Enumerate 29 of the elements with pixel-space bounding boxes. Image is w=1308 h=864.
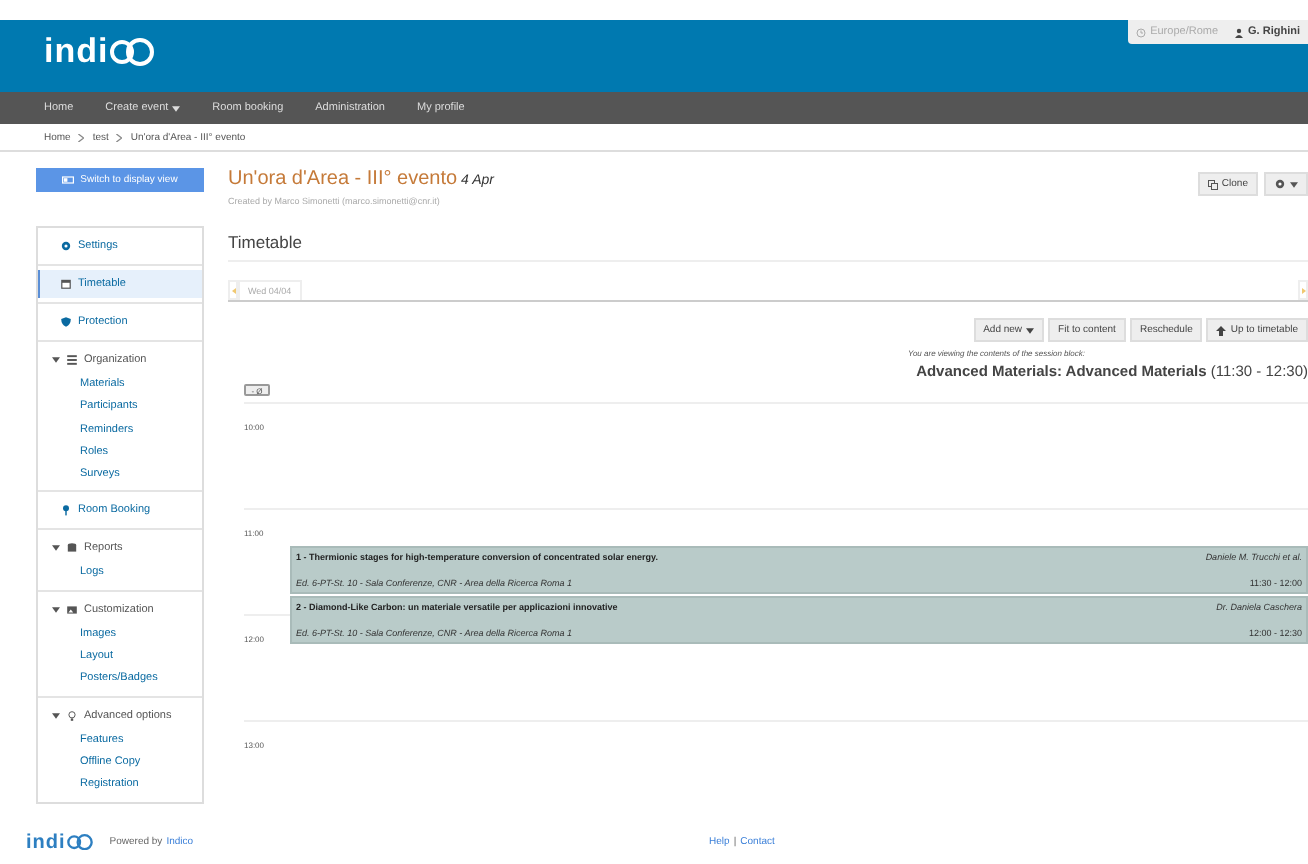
- copy-icon: [1207, 179, 1218, 189]
- footer-logo-text[interactable]: indi: [26, 831, 66, 853]
- gear-icon: [60, 240, 72, 252]
- toggle-icon: [62, 176, 75, 184]
- shield-icon: [60, 316, 72, 328]
- gear-icon: [1274, 178, 1286, 190]
- caret-icon: [1290, 181, 1298, 187]
- chevron-icon: [116, 133, 123, 141]
- logo-text[interactable]: indi: [44, 32, 109, 72]
- up-arrow-icon: [1216, 325, 1227, 335]
- caret-down-icon: [52, 605, 60, 614]
- section-heading: Timetable: [228, 232, 1308, 262]
- previous-day-button[interactable]: [228, 280, 238, 300]
- image-icon: [66, 603, 78, 616]
- next-day-button[interactable]: [1298, 280, 1308, 300]
- calendar-icon: [60, 278, 72, 290]
- database-icon: [66, 542, 78, 555]
- lightbulb-icon: [66, 709, 78, 722]
- chevron-icon: [78, 133, 85, 141]
- logo-mark-icon: [108, 38, 157, 66]
- user-icon: [1234, 27, 1245, 37]
- caret-down-icon: [52, 544, 60, 553]
- pin-icon: [60, 504, 72, 517]
- list-icon: [66, 354, 78, 366]
- clock-icon: [1136, 27, 1147, 37]
- caret-down-icon: [52, 356, 60, 364]
- logo-mark-icon: [65, 833, 94, 851]
- settings-dropdown[interactable]: [1264, 172, 1308, 196]
- caret-down-icon: [52, 711, 60, 720]
